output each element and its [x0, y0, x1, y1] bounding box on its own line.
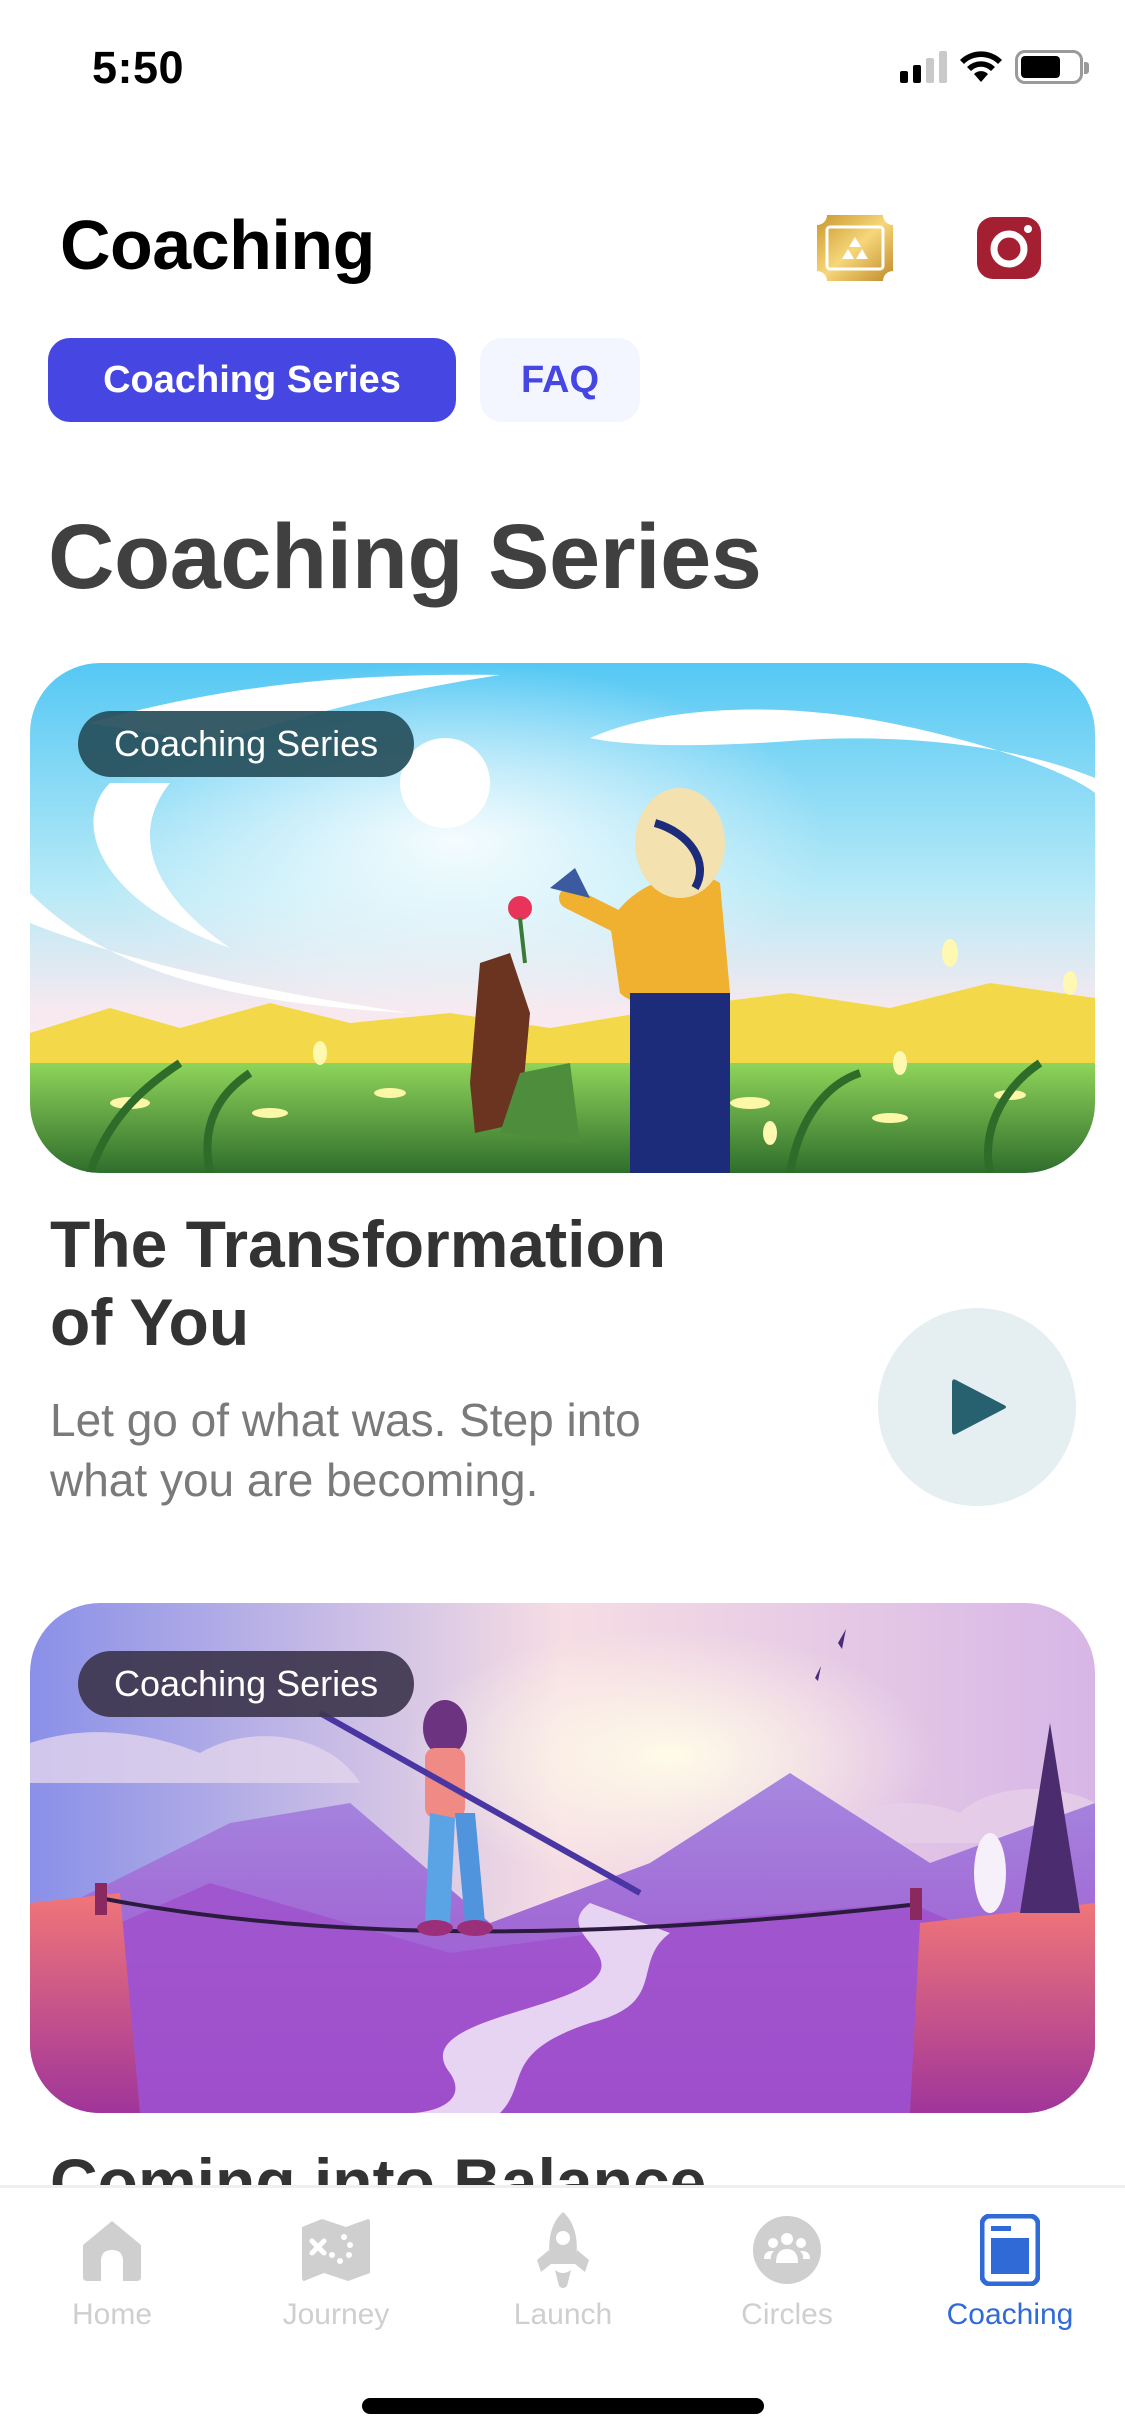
rocket-icon — [523, 2210, 603, 2290]
status-icons — [900, 50, 1089, 84]
home-icon — [72, 2210, 152, 2290]
status-bar: 5:50 — [0, 0, 1125, 132]
battery-icon — [1015, 50, 1089, 84]
play-button[interactable] — [878, 1308, 1076, 1506]
ticket-icon[interactable] — [815, 215, 895, 281]
card-title[interactable]: Coming into Balance — [50, 2143, 706, 2188]
tabbar-item-coaching[interactable]: Coaching — [930, 2210, 1090, 2332]
tabbar-item-journey[interactable]: Journey — [256, 2210, 416, 2332]
segment-tabs: Coaching Series FAQ — [48, 338, 640, 422]
card-image-transformation[interactable]: Coaching Series — [30, 663, 1095, 1173]
book-icon — [970, 2210, 1050, 2290]
section-title: Coaching Series — [48, 506, 762, 608]
tab-coaching-series[interactable]: Coaching Series — [48, 338, 456, 422]
page-title: Coaching — [60, 206, 375, 284]
tabbar-item-circles[interactable]: Circles — [707, 2210, 867, 2332]
card-image-balance[interactable]: Coaching Series — [30, 1603, 1095, 2113]
instagram-icon[interactable] — [975, 215, 1043, 281]
tab-faq[interactable]: FAQ — [480, 338, 640, 422]
wifi-icon — [960, 51, 1002, 82]
card-badge: Coaching Series — [78, 1651, 415, 1717]
tabbar-item-home[interactable]: Home — [32, 2210, 192, 2332]
card-description: Let go of what was. Step into what you a… — [50, 1394, 641, 1506]
card-badge: Coaching Series — [78, 711, 415, 777]
play-icon — [952, 1379, 1006, 1435]
tabbar-item-launch[interactable]: Launch — [483, 2210, 643, 2332]
signal-icon — [900, 51, 947, 83]
status-time: 5:50 — [92, 42, 185, 93]
home-indicator[interactable] — [362, 2398, 764, 2414]
map-icon — [296, 2210, 376, 2290]
card-title[interactable]: The Transformation of You — [50, 1205, 750, 1361]
group-icon — [747, 2210, 827, 2290]
